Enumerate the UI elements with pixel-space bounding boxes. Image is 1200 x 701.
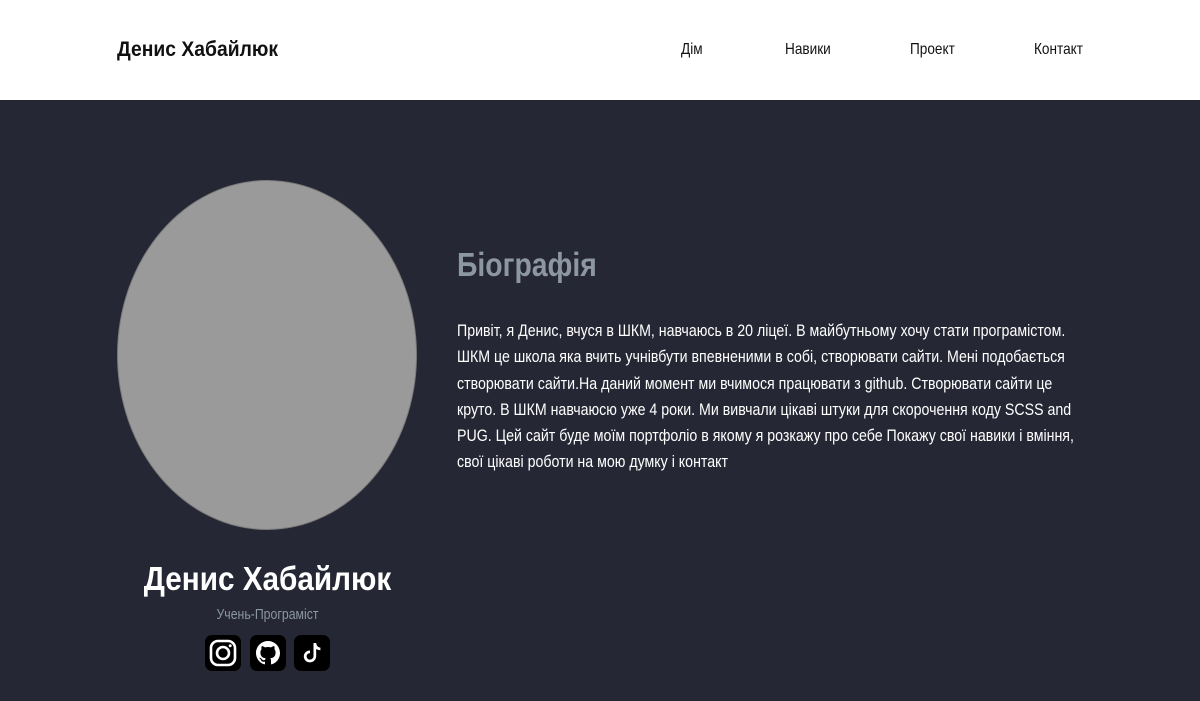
nav-contact[interactable]: Контакт (1034, 41, 1083, 59)
github-icon[interactable] (250, 635, 286, 671)
profile-role: Учень-Програміст (216, 606, 319, 623)
nav-home[interactable]: Дім (681, 41, 703, 59)
bio-text: Привіт, я Денис, вчуся в ШКМ, навчаюсь в… (457, 322, 1074, 472)
instagram-icon[interactable] (205, 635, 241, 671)
site-header: Денис Хабайлюк Дім Навики Проект Контакт (0, 0, 1200, 100)
nav-project[interactable]: Проект (910, 41, 955, 59)
bio-title: Біографія (457, 246, 597, 283)
profile-photo (117, 180, 417, 530)
profile-name: Денис Хабайлюк (143, 560, 392, 597)
nav-skills[interactable]: Навики (785, 41, 831, 59)
brand-logo[interactable]: Денис Хабайлюк (117, 38, 278, 62)
tiktok-icon[interactable] (294, 635, 330, 671)
